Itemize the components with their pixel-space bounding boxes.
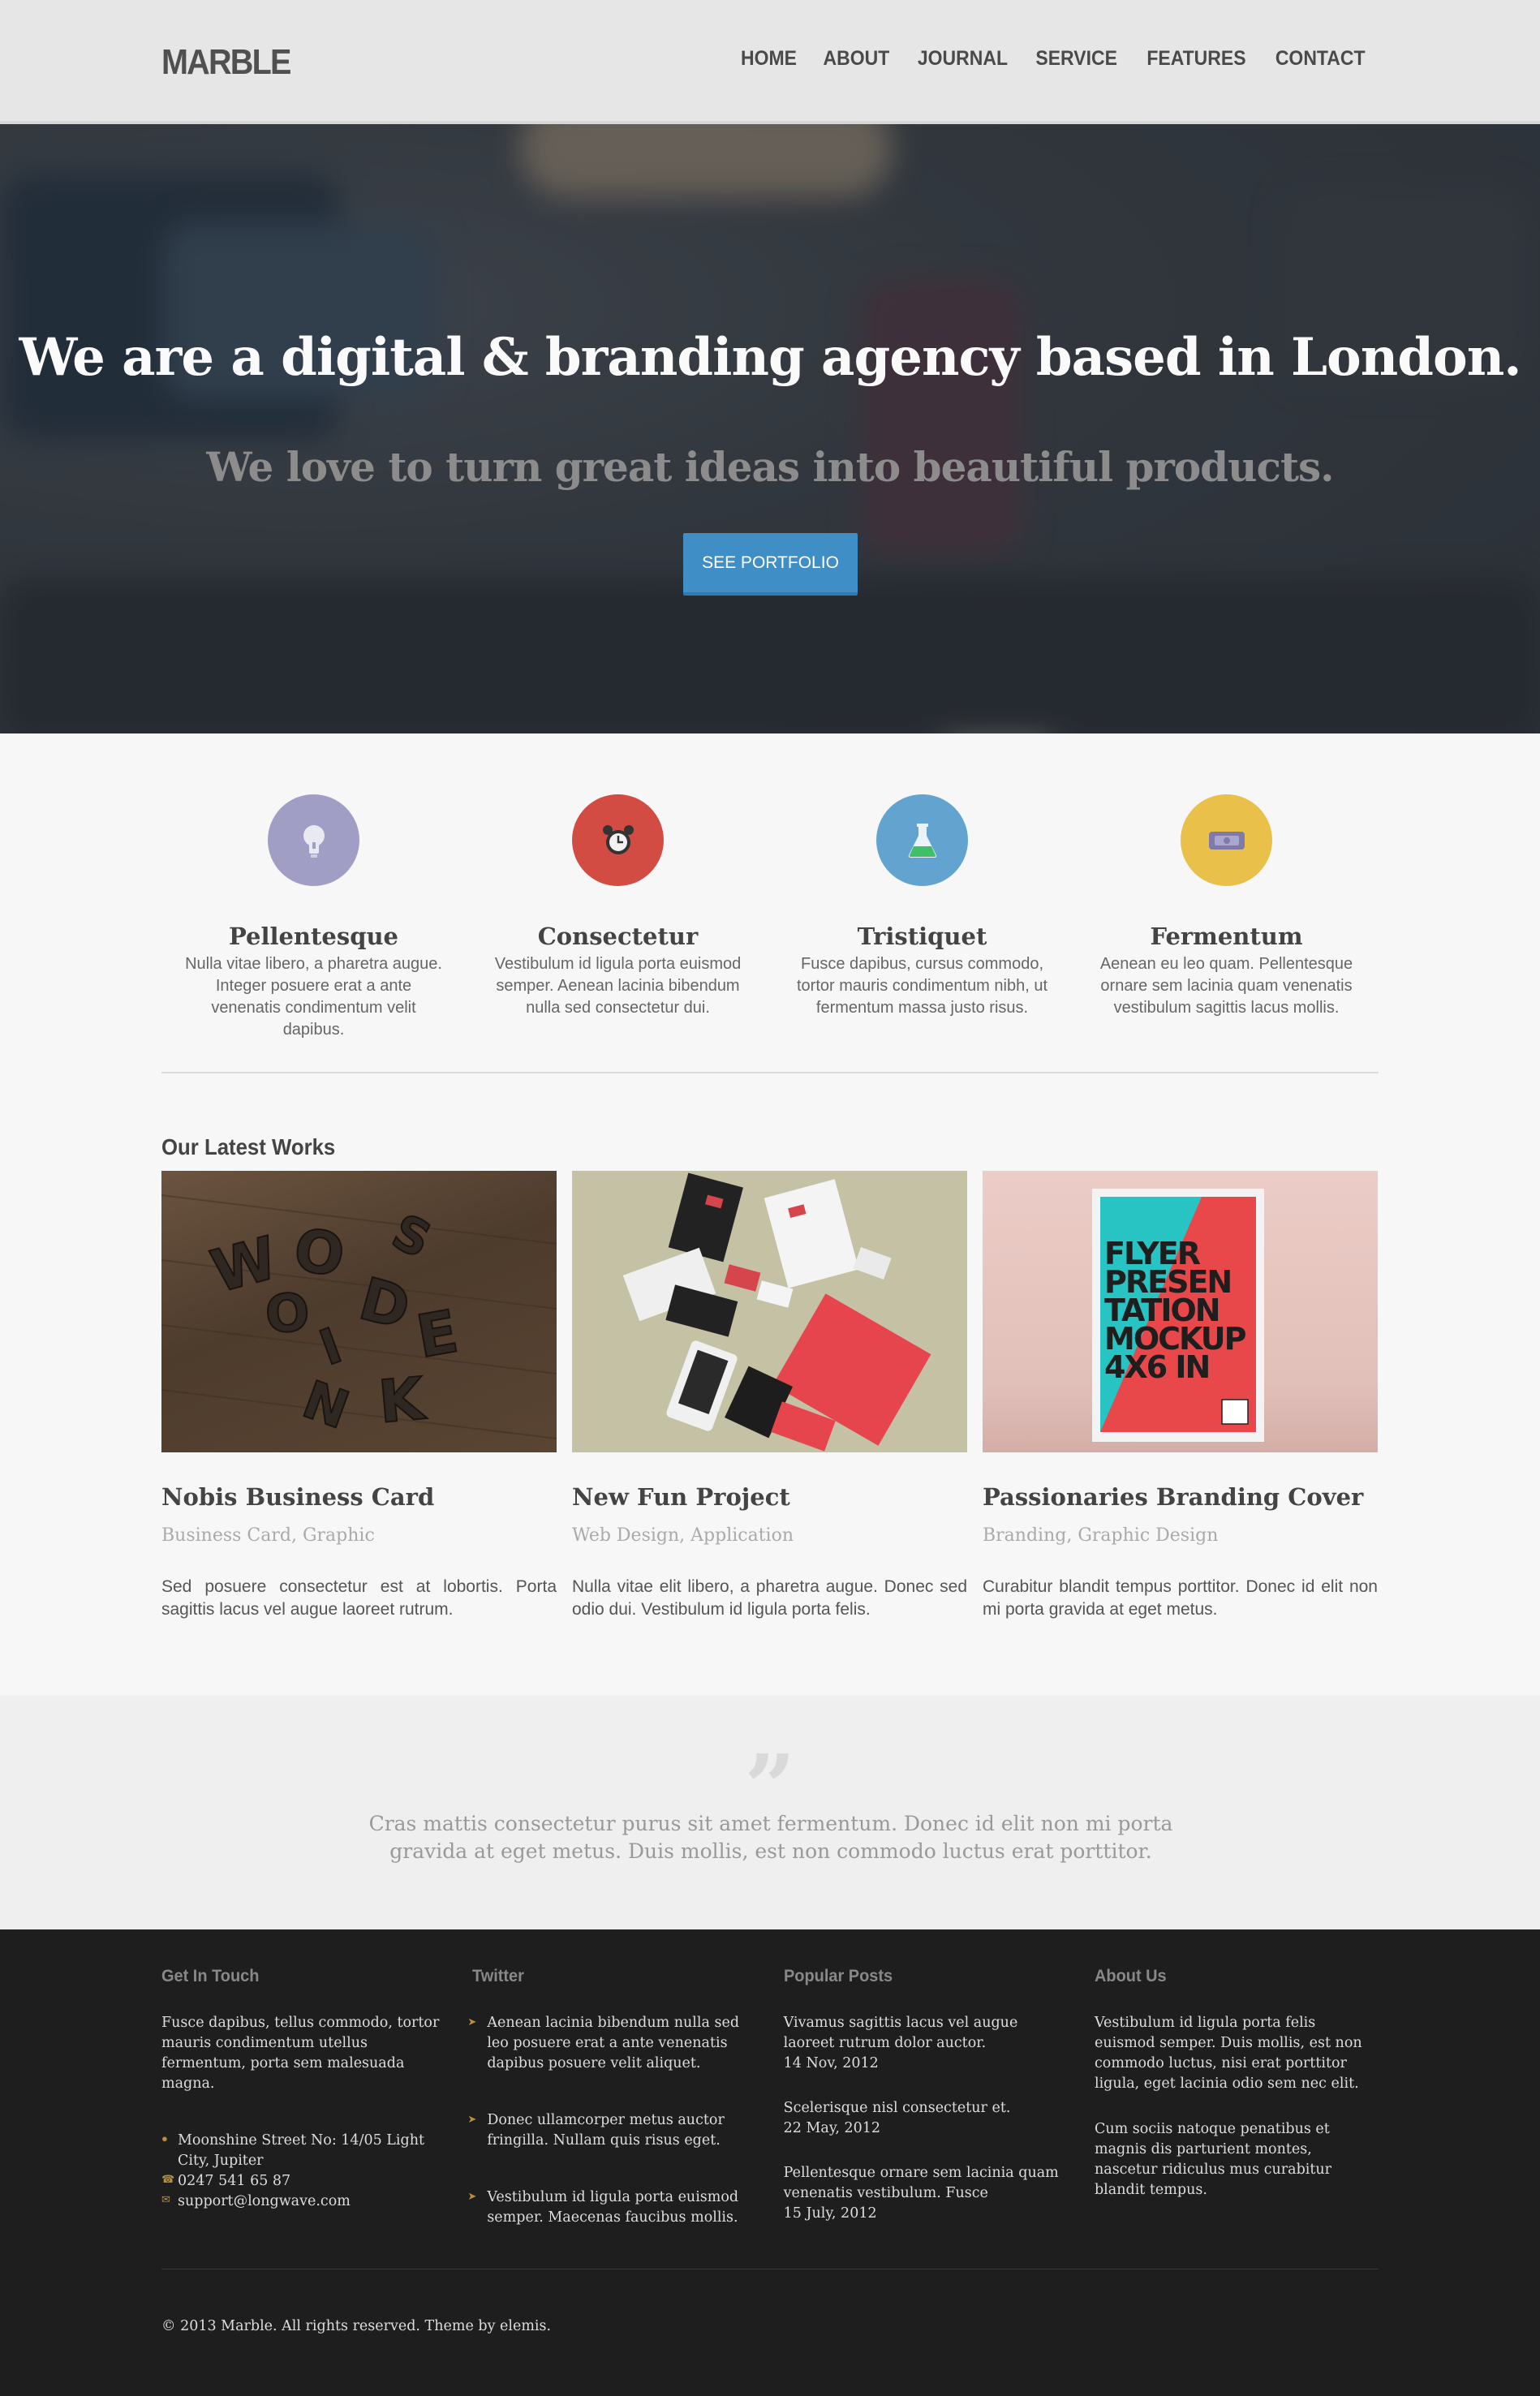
contact-address: ● Moonshine Street No: 14/05 Light City,… — [161, 2131, 445, 2171]
see-portfolio-button[interactable]: SEE PORTFOLIO — [683, 533, 858, 596]
copyright: © 2013 Marble. All rights reserved. Them… — [161, 2318, 552, 2334]
work-description: Sed posuere consectetur est at lobortis.… — [161, 1577, 557, 1619]
twitter-bird-icon: ➤ — [467, 2015, 477, 2028]
work-description: Curabitur blandit tempus porttitor. Done… — [983, 1577, 1378, 1619]
post-date: 14 Nov, 2012 — [783, 2055, 879, 2071]
work-item: W O S O D I E N K Nobis Business Card Bu… — [161, 1171, 557, 1621]
hero-banner: We are a digital & branding agency based… — [0, 124, 1540, 733]
wood-letter: O — [289, 1215, 350, 1290]
wood-letter: D — [353, 1264, 417, 1343]
features-section: Pellentesque Nulla vitae libero, a phare… — [161, 733, 1379, 1621]
phone-icon: ☎ — [161, 2173, 175, 2185]
section-divider — [161, 1072, 1379, 1073]
site-logo[interactable]: MARBLE — [161, 42, 291, 83]
contact-phone: ☎ 0247 541 65 87 — [161, 2171, 445, 2192]
nav-features[interactable]: FEATURES — [1146, 47, 1245, 71]
footer-popular-posts: Popular Posts Vivamus sagittis lacus vel… — [784, 1967, 1068, 2228]
twitter-bird-icon: ➤ — [467, 2113, 477, 2125]
nav-service[interactable]: SERVICE — [1036, 47, 1118, 71]
work-category: Business Card, Graphic — [161, 1525, 375, 1546]
wood-letter: N — [295, 1370, 357, 1441]
poster-line: 4X6 IN — [1104, 1349, 1209, 1385]
work-image-stationery[interactable] — [572, 1171, 967, 1452]
wood-letter: K — [376, 1364, 428, 1436]
wood-letter: S — [384, 1203, 440, 1270]
work-description: Nulla vitae elit libero, a pharetra augu… — [572, 1577, 967, 1619]
site-footer: Get In Touch Fusce dapibus, tellus commo… — [0, 1929, 1540, 2396]
testimonial-section: ” Cras mattis consectetur purus sit amet… — [0, 1696, 1540, 1929]
feature-text: Vestibulum id ligula porta euismod sempe… — [494, 955, 742, 1017]
contact-email: ✉ support@longwave.com — [161, 2192, 445, 2212]
nav-about[interactable]: ABOUT — [823, 47, 889, 71]
footer-heading: Twitter — [472, 1967, 525, 1985]
post-title[interactable]: Vivamus sagittis lacus vel augue laoreet… — [784, 2013, 1068, 2054]
nav-home[interactable]: HOME — [741, 47, 797, 71]
about-text: Vestibulum id ligula porta felis euismod… — [1094, 2015, 1362, 2092]
footer-twitter: Twitter ➤ Aenean lacinia bibendum nulla … — [467, 1967, 756, 2228]
feature-title: Fermentum — [1150, 923, 1303, 950]
feature-title: Consectetur — [537, 923, 699, 950]
post-date: 22 May, 2012 — [783, 2120, 881, 2136]
work-item: FLYER PRESEN TATION MOCKUP 4X6 IN Passio… — [983, 1171, 1378, 1621]
works-section-title: Our Latest Works — [161, 1134, 336, 1159]
post-item: Pellentesque ornare sem lacinia quam ven… — [784, 2163, 1068, 2224]
ticket-icon — [1181, 794, 1272, 886]
alarm-clock-icon — [572, 794, 664, 886]
footer-heading: Get In Touch — [161, 1967, 260, 1985]
site-header: MARBLE HOME ABOUT JOURNAL SERVICE FEATUR… — [0, 0, 1540, 124]
nav-journal[interactable]: JOURNAL — [917, 47, 1007, 71]
post-item: Scelerisque nisl consectetur et. 22 May,… — [784, 2098, 1068, 2139]
feature-text: Nulla vitae libero, a pharetra augue. In… — [185, 955, 442, 1039]
post-item: Vivamus sagittis lacus vel augue laoreet… — [784, 2013, 1068, 2074]
work-item: New Fun Project Web Design, Application … — [572, 1171, 967, 1621]
hero-subtitle: We love to turn great ideas into beautif… — [206, 443, 1334, 491]
feature-title: Pellentesque — [228, 923, 399, 950]
twitter-bird-icon: ➤ — [467, 2190, 477, 2202]
hero-title: We are a digital & branding agency based… — [19, 327, 1522, 388]
works-grid: W O S O D I E N K Nobis Business Card Bu… — [161, 1171, 1379, 1621]
post-title[interactable]: Pellentesque ornare sem lacinia quam ven… — [784, 2163, 1068, 2204]
map-pin-icon: ● — [161, 2132, 168, 2144]
nav-contact[interactable]: CONTACT — [1275, 47, 1365, 71]
work-title[interactable]: Passionaries Branding Cover — [983, 1483, 1378, 1511]
feature-title: Tristiquet — [857, 923, 987, 950]
footer-get-in-touch: Get In Touch Fusce dapibus, tellus commo… — [161, 1967, 445, 2228]
wood-letter: O — [263, 1282, 312, 1345]
work-category: Web Design, Application — [572, 1525, 794, 1546]
work-category: Branding, Graphic Design — [983, 1525, 1219, 1546]
work-image-wood-letters[interactable]: W O S O D I E N K — [161, 1171, 557, 1452]
wood-letter: E — [411, 1297, 462, 1370]
tweet-item: ➤ Vestibulum id ligula porta euismod sem… — [467, 2187, 756, 2228]
work-title[interactable]: New Fun Project — [572, 1483, 967, 1511]
tweet-item: ➤ Donec ullamcorper metus auctor fringil… — [467, 2110, 756, 2151]
tweet-item: ➤ Aenean lacinia bibendum nulla sed leo … — [467, 2013, 756, 2074]
feature-item: Fermentum Aenean eu leo quam. Pellentesq… — [1074, 794, 1379, 1041]
feature-text: Aenean eu leo quam. Pellentesque ornare … — [1099, 955, 1353, 1017]
feature-item: Pellentesque Nulla vitae libero, a phare… — [161, 794, 466, 1041]
feature-text: Fusce dapibus, cursus commodo, tortor ma… — [796, 955, 1048, 1017]
hero-content: We are a digital & branding agency based… — [0, 124, 1540, 733]
flask-icon — [876, 794, 968, 886]
post-title[interactable]: Scelerisque nisl consectetur et. — [784, 2098, 1068, 2119]
feature-item: Consectetur Vestibulum id ligula porta e… — [466, 794, 770, 1041]
testimonial-text: Cras mattis consectetur purus sit amet f… — [368, 1812, 1173, 1863]
lightbulb-icon — [268, 794, 359, 886]
envelope-icon: ✉ — [161, 2193, 170, 2205]
footer-heading: About Us — [1094, 1967, 1167, 1985]
work-title[interactable]: Nobis Business Card — [161, 1483, 557, 1511]
feature-item: Tristiquet Fusce dapibus, cursus commodo… — [770, 794, 1074, 1041]
work-image-poster[interactable]: FLYER PRESEN TATION MOCKUP 4X6 IN — [983, 1171, 1378, 1452]
footer-about: About Us Vestibulum id ligula porta feli… — [1095, 1967, 1379, 2228]
main-nav: HOME ABOUT JOURNAL SERVICE FEATURES CONT… — [738, 47, 1369, 71]
post-date: 15 July, 2012 — [783, 2205, 877, 2222]
about-text: Cum sociis natoque penatibus et magnis d… — [1094, 2121, 1332, 2198]
footer-heading: Popular Posts — [783, 1967, 893, 1985]
footer-touch-text: Fusce dapibus, tellus commodo, tortor ma… — [161, 2015, 440, 2092]
